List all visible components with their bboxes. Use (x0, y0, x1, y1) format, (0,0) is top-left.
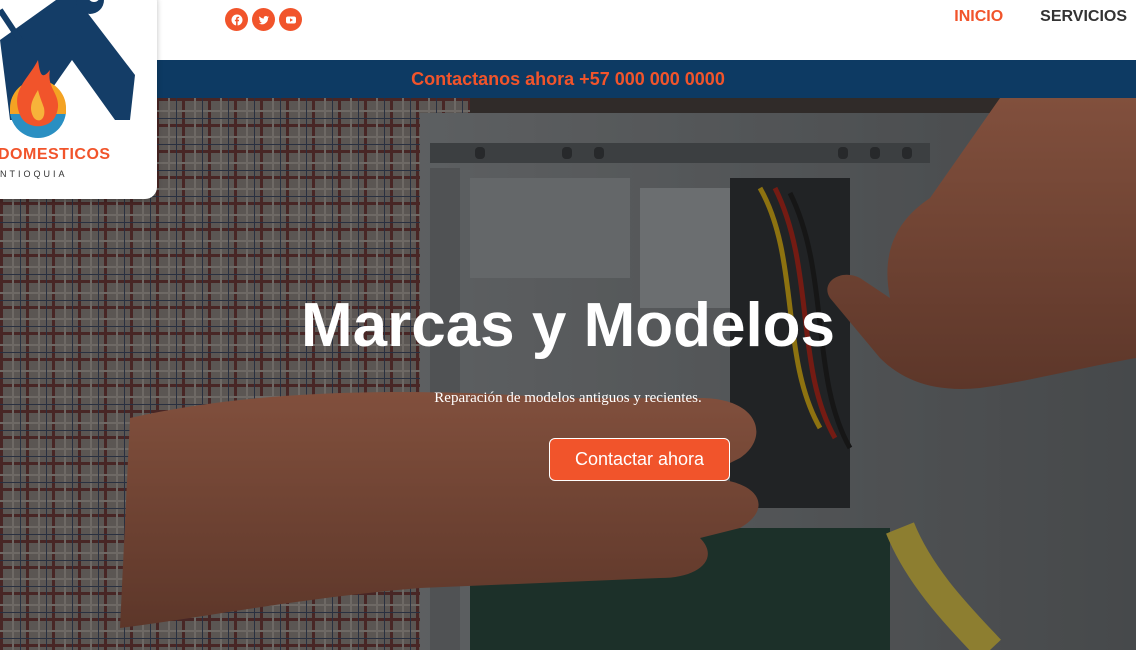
contact-phone-text[interactable]: Contactanos ahora +57 000 000 0000 (411, 69, 725, 90)
logo[interactable]: DOMESTICOS NTIOQUIA (0, 0, 157, 199)
top-header: INICIO SERVICIOS (0, 0, 1136, 60)
logo-name: DOMESTICOS (0, 146, 111, 163)
nav-item-inicio[interactable]: INICIO (954, 8, 1003, 26)
facebook-icon[interactable] (225, 8, 248, 31)
main-nav: INICIO SERVICIOS (954, 8, 1127, 26)
twitter-icon[interactable] (252, 8, 275, 31)
hero-title: Marcas y Modelos (300, 291, 836, 360)
social-links (225, 8, 302, 31)
youtube-icon[interactable] (279, 8, 302, 31)
contact-now-button[interactable]: Contactar ahora (549, 438, 730, 481)
hero-subtitle: Reparación de modelos antiguos y recient… (434, 390, 702, 406)
logo-subtitle: NTIOQUIA (0, 169, 68, 179)
hero-content: Marcas y Modelos Reparación de modelos a… (0, 98, 1136, 650)
contact-bar: Contactanos ahora +57 000 000 0000 (0, 60, 1136, 98)
nav-item-servicios[interactable]: SERVICIOS (1040, 8, 1127, 26)
hero-banner: Marcas y Modelos Reparación de modelos a… (0, 98, 1136, 650)
